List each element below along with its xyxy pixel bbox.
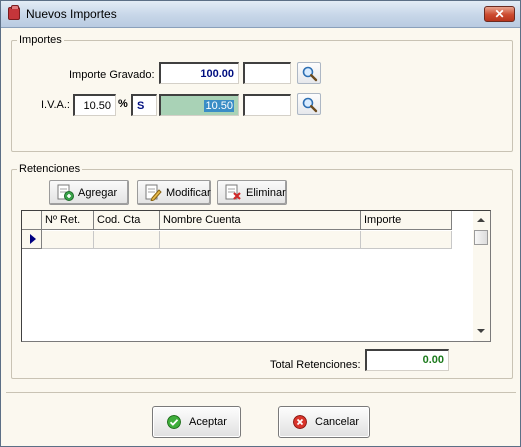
document-icon: [8, 5, 20, 20]
grid-vertical-scrollbar[interactable]: [473, 211, 490, 341]
column-header-nro-ret[interactable]: Nº Ret.: [42, 211, 94, 230]
add-button[interactable]: Agregar: [49, 180, 129, 205]
column-header-nombre-cuenta[interactable]: Nombre Cuenta: [160, 211, 361, 230]
scroll-down-arrow-icon[interactable]: [477, 329, 485, 333]
accept-icon: [167, 415, 181, 429]
dialog-window: Nuevos Importes ✕ Importes Importe Grava…: [0, 0, 521, 447]
search-icon: [302, 66, 318, 82]
grid-corner-header: [22, 211, 42, 230]
modify-button-label: Modificar: [166, 187, 211, 199]
iva-amount-selected-text: 10.50: [204, 100, 234, 112]
delete-icon: [225, 184, 241, 200]
column-header-cod-cta[interactable]: Cod. Cta: [94, 211, 160, 230]
grid-cell[interactable]: [361, 231, 452, 249]
close-button[interactable]: ✕: [484, 6, 515, 22]
importe-gravado-search-button[interactable]: [297, 62, 321, 84]
total-retenciones-value: 0.00: [365, 349, 449, 371]
scroll-up-arrow-icon[interactable]: [477, 218, 485, 222]
importes-group-label: Importes: [17, 34, 64, 46]
accept-button[interactable]: Aceptar: [152, 406, 241, 438]
total-retenciones-label: Total Retenciones:: [270, 359, 361, 371]
footer-separator: [6, 392, 516, 393]
grid-cell[interactable]: [42, 231, 94, 249]
modify-button[interactable]: Modificar: [137, 180, 211, 205]
retenciones-group-label: Retenciones: [17, 163, 83, 175]
iva-label: I.V.A.:: [41, 99, 70, 111]
cancel-button[interactable]: Cancelar: [278, 406, 370, 438]
delete-button[interactable]: Eliminar: [217, 180, 287, 205]
title-bar[interactable]: Nuevos Importes ✕: [1, 1, 520, 28]
row-indicator-icon: [22, 230, 42, 249]
grid-cell[interactable]: [94, 231, 160, 249]
iva-rate-input[interactable]: 10.50: [73, 94, 116, 116]
iva-flag-input[interactable]: S: [131, 94, 157, 116]
iva-amount-input[interactable]: 10.50: [159, 94, 239, 116]
column-header-importe[interactable]: Importe: [361, 211, 452, 230]
cancel-button-label: Cancelar: [315, 416, 360, 428]
importe-gravado-input[interactable]: 100.00: [159, 62, 239, 84]
iva-extra-input[interactable]: [243, 94, 291, 116]
edit-icon: [145, 184, 162, 201]
add-icon: [57, 184, 74, 201]
iva-search-button[interactable]: [297, 93, 321, 115]
accept-button-label: Aceptar: [189, 416, 227, 428]
add-button-label: Agregar: [78, 187, 118, 199]
search-icon: [302, 97, 318, 113]
scrollbar-thumb[interactable]: [474, 230, 488, 245]
window-title: Nuevos Importes: [26, 7, 117, 21]
importe-gravado-label: Importe Gravado:: [69, 69, 155, 81]
percent-sign: %: [118, 98, 128, 110]
grid-cell[interactable]: [160, 231, 361, 249]
cancel-icon: [293, 415, 307, 429]
retenciones-grid[interactable]: Nº Ret. Cod. Cta Nombre Cuenta Importe: [21, 210, 491, 342]
importe-gravado-extra-input[interactable]: [243, 62, 291, 84]
delete-button-label: Eliminar: [246, 187, 286, 199]
